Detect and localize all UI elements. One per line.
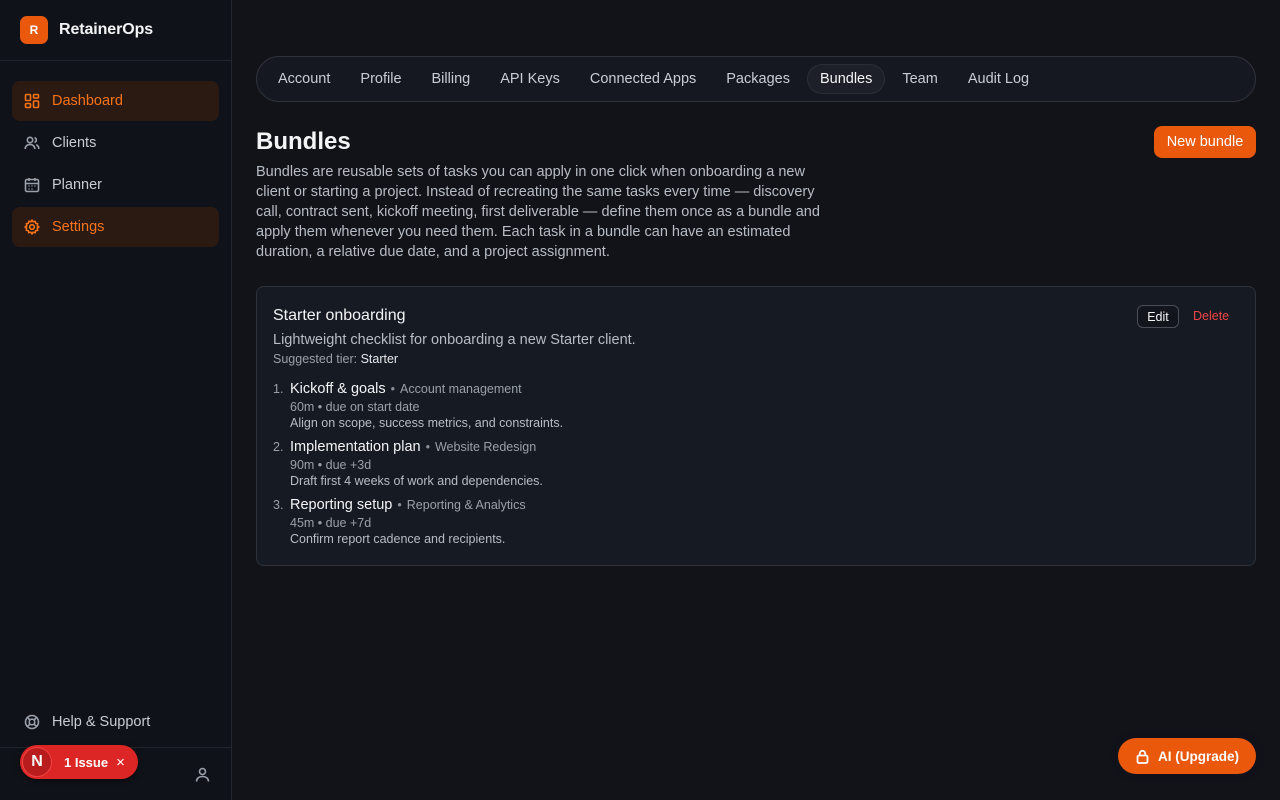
task-note: Align on scope, success metrics, and con… bbox=[290, 416, 564, 430]
sidebar-item-label: Clients bbox=[52, 135, 97, 151]
task-separator: • bbox=[397, 498, 402, 512]
nextjs-logo-icon: N bbox=[22, 747, 52, 777]
ai-upgrade-button[interactable]: AI (Upgrade) bbox=[1118, 738, 1256, 774]
brand-name: RetainerOps bbox=[59, 21, 154, 38]
brand-logo: R bbox=[20, 16, 48, 44]
calendar-icon bbox=[24, 178, 40, 193]
tier-value: Starter bbox=[360, 352, 399, 366]
close-icon[interactable]: × bbox=[116, 754, 125, 771]
task-meta: 60m • due on start date bbox=[290, 400, 420, 414]
sidebar-item-label: Settings bbox=[52, 219, 105, 235]
sidebar-item-label: Planner bbox=[52, 177, 102, 193]
tab-team[interactable]: Team bbox=[889, 64, 950, 94]
help-support-link[interactable]: Help & Support bbox=[12, 702, 219, 742]
dashboard-icon bbox=[24, 93, 40, 109]
bundle-description: Lightweight checklist for onboarding a n… bbox=[273, 332, 636, 348]
user-menu-button[interactable] bbox=[194, 766, 211, 783]
help-support-label: Help & Support bbox=[52, 714, 151, 730]
task-title: Kickoff & goals bbox=[290, 381, 386, 397]
user-icon bbox=[195, 767, 210, 782]
task-separator: • bbox=[425, 440, 430, 454]
new-bundle-button[interactable]: New bundle bbox=[1154, 126, 1256, 158]
task-note: Confirm report cadence and recipients. bbox=[290, 532, 506, 546]
list-item: 3. Reporting setup • Reporting & Analyti… bbox=[273, 497, 973, 546]
sidebar-item-label: Dashboard bbox=[52, 93, 123, 109]
sidebar-nav: Dashboard Clients Planner Settings bbox=[0, 61, 231, 247]
issue-count: 1 Issue bbox=[64, 754, 109, 770]
task-project: Reporting & Analytics bbox=[406, 498, 526, 512]
app: R RetainerOps Dashboard Clients Planner … bbox=[0, 0, 1280, 800]
tab-api-keys[interactable]: API Keys bbox=[487, 64, 573, 94]
bundle-tier: Suggested tier: Starter bbox=[273, 352, 398, 366]
task-number: 2. bbox=[273, 440, 284, 454]
task-meta: 90m • due +3d bbox=[290, 458, 372, 472]
bundle-title: Starter onboarding bbox=[273, 307, 406, 324]
list-item: 2. Implementation plan • Website Redesig… bbox=[273, 439, 973, 488]
tab-account[interactable]: Account bbox=[265, 64, 343, 94]
ai-upgrade-label: AI (Upgrade) bbox=[1158, 748, 1239, 764]
tab-audit-log[interactable]: Audit Log bbox=[955, 64, 1042, 94]
settings-tabs: Account Profile Billing API Keys Connect… bbox=[256, 56, 1256, 102]
page-description: Bundles are reusable sets of tasks you c… bbox=[256, 164, 820, 260]
task-project: Account management bbox=[400, 382, 522, 396]
task-title: Reporting setup bbox=[290, 497, 393, 513]
delete-bundle-button[interactable]: Delete bbox=[1193, 309, 1229, 323]
task-meta: 45m • due +7d bbox=[290, 516, 372, 530]
sidebar: R RetainerOps Dashboard Clients Planner … bbox=[0, 0, 232, 800]
tab-bundles[interactable]: Bundles bbox=[806, 64, 886, 94]
task-title: Implementation plan bbox=[290, 439, 421, 455]
main-content: Account Profile Billing API Keys Connect… bbox=[232, 0, 1280, 800]
task-project: Website Redesign bbox=[434, 440, 537, 454]
list-item: 1. Kickoff & goals • Account management … bbox=[273, 381, 973, 430]
tier-label: Suggested tier: bbox=[273, 352, 358, 366]
page-title: Bundles bbox=[256, 128, 351, 155]
tab-profile[interactable]: Profile bbox=[347, 64, 414, 94]
gear-icon bbox=[24, 219, 40, 235]
lifebuoy-icon bbox=[24, 714, 40, 730]
tab-connected-apps[interactable]: Connected Apps bbox=[577, 64, 709, 94]
lock-icon bbox=[1136, 749, 1149, 764]
sidebar-item-clients[interactable]: Clients bbox=[12, 123, 219, 163]
users-icon bbox=[24, 136, 40, 150]
task-number: 3. bbox=[273, 498, 284, 512]
task-number: 1. bbox=[273, 382, 284, 396]
issues-indicator[interactable]: N 1 Issue × bbox=[20, 745, 138, 779]
edit-bundle-button[interactable]: Edit bbox=[1137, 305, 1179, 328]
sidebar-item-dashboard[interactable]: Dashboard bbox=[12, 81, 219, 121]
tab-packages[interactable]: Packages bbox=[713, 64, 803, 94]
sidebar-item-settings[interactable]: Settings bbox=[12, 207, 219, 247]
bundle-card: Starter onboarding Lightweight checklist… bbox=[256, 286, 1256, 566]
brand[interactable]: R RetainerOps bbox=[0, 0, 231, 61]
task-note: Draft first 4 weeks of work and dependen… bbox=[290, 474, 543, 488]
sidebar-item-planner[interactable]: Planner bbox=[12, 165, 219, 205]
tab-billing[interactable]: Billing bbox=[419, 64, 484, 94]
task-separator: • bbox=[390, 382, 396, 396]
